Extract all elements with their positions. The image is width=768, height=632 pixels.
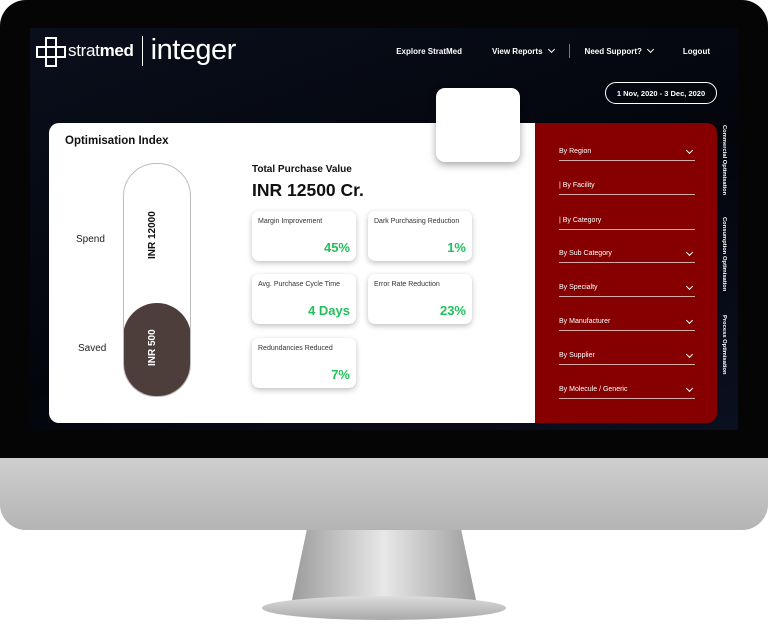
metric-value: 45%	[323, 240, 350, 255]
metric-label: Redundancies Reduced	[258, 345, 333, 352]
filter-sub-category[interactable]: By Sub Category	[559, 245, 695, 263]
chevron-down-icon	[685, 316, 694, 324]
date-range-picker[interactable]: 1 Nov, 2020 - 3 Dec, 2020	[605, 82, 717, 104]
top-nav: Explore StratMed View Reports Need Suppo…	[366, 44, 710, 58]
optimisation-card: Optimisation Index Spend Saved INR 12000…	[49, 123, 535, 423]
logo-strat-text: strat	[68, 40, 100, 60]
total-purchase-label: Total Purchase Value	[252, 164, 352, 175]
filter-label: | By Facility	[559, 182, 595, 189]
floating-card	[436, 88, 520, 162]
metric-card-dark-purchasing[interactable]: Dark Purchasing Reduction 1%	[368, 211, 472, 261]
nav-divider	[568, 44, 570, 58]
metric-card-cycle-time[interactable]: Avg. Purchase Cycle Time 4 Days	[252, 274, 356, 324]
app-screen: stratmed integer Explore StratMed View R…	[30, 28, 738, 430]
chevron-down-icon	[685, 282, 694, 290]
filter-supplier[interactable]: By Supplier	[559, 347, 695, 365]
nav-need-support-label: Need Support?	[584, 46, 642, 56]
chevron-down-icon	[685, 248, 694, 256]
filter-manufacturer[interactable]: By Manufacturer	[559, 313, 695, 331]
chevron-down-icon	[685, 146, 694, 154]
monitor-stand-neck	[292, 530, 476, 600]
logo-divider	[141, 35, 143, 66]
metric-label: Dark Purchasing Reduction	[374, 218, 460, 225]
filter-label: By Supplier	[559, 352, 595, 359]
metric-value: 23%	[439, 303, 466, 318]
filter-label: | By Category	[559, 217, 602, 224]
monitor-chin	[0, 458, 768, 530]
app-logo[interactable]: stratmed integer	[36, 34, 236, 67]
filter-label: By Molecule / Generic	[559, 386, 628, 393]
spend-label: Spend	[76, 234, 105, 245]
logo-integer: integer	[150, 34, 237, 66]
logo-stratmed: stratmed	[68, 41, 134, 61]
filter-facility[interactable]: | By Facility	[559, 177, 695, 195]
filter-label: By Manufacturer	[559, 318, 611, 325]
metric-value: 7%	[331, 367, 350, 382]
filter-category[interactable]: | By Category	[559, 212, 695, 230]
saved-label: Saved	[78, 343, 107, 354]
saved-value: INR 500	[147, 329, 158, 367]
nav-logout[interactable]: Logout	[683, 47, 710, 56]
nav-explore-label: Explore StratMed	[396, 46, 462, 56]
filter-label: By Specialty	[559, 284, 598, 291]
metric-label: Margin Improvement	[258, 218, 323, 225]
nav-view-reports-label: View Reports	[492, 46, 543, 56]
monitor-frame: stratmed integer Explore StratMed View R…	[0, 0, 768, 530]
optimisation-index-title: Optimisation Index	[65, 135, 169, 147]
filter-label: By Region	[559, 148, 592, 155]
nav-need-support[interactable]: Need Support?	[584, 45, 654, 56]
nav-explore-stratmed[interactable]: Explore StratMed	[396, 47, 462, 56]
chevron-down-icon	[646, 45, 654, 54]
filter-label: By Sub Category	[559, 250, 612, 257]
spend-value: INR 12000	[147, 211, 158, 259]
filter-molecule-generic[interactable]: By Molecule / Generic	[559, 381, 695, 399]
monitor-stand-base	[262, 596, 506, 620]
logo-med-text: med	[99, 40, 134, 60]
metric-label: Avg. Purchase Cycle Time	[258, 281, 340, 288]
tab-consumption-optimisation[interactable]: Consumption Optimisation	[721, 217, 727, 291]
chevron-down-icon	[685, 350, 694, 358]
total-purchase-value: INR 12500 Cr.	[252, 180, 364, 200]
nav-logout-label: Logout	[682, 46, 710, 56]
side-tabs: Commercial Optimisation Consumption Opti…	[721, 123, 735, 423]
nav-view-reports[interactable]: View Reports	[492, 45, 555, 56]
tab-process-optimisation[interactable]: Process Optimisation	[721, 315, 727, 375]
chevron-down-icon	[547, 45, 555, 54]
medical-cross-icon	[36, 36, 66, 67]
tab-commercial-optimisation[interactable]: Commercial Optimisation	[721, 125, 727, 195]
metric-card-error-rate[interactable]: Error Rate Reduction 23%	[368, 274, 472, 324]
metric-value: 4 Days	[308, 303, 350, 318]
metric-value: 1%	[447, 240, 466, 255]
monitor-bezel: stratmed integer Explore StratMed View R…	[0, 0, 768, 458]
chevron-down-icon	[685, 384, 694, 392]
metric-card-margin[interactable]: Margin Improvement 45%	[252, 211, 356, 261]
filter-specialty[interactable]: By Specialty	[559, 279, 695, 297]
metric-card-redundancies[interactable]: Redundancies Reduced 7%	[252, 338, 356, 388]
filter-region[interactable]: By Region	[559, 143, 695, 161]
filter-panel: By Region | By Facility | By Category By…	[535, 123, 717, 423]
metric-label: Error Rate Reduction	[374, 281, 440, 288]
